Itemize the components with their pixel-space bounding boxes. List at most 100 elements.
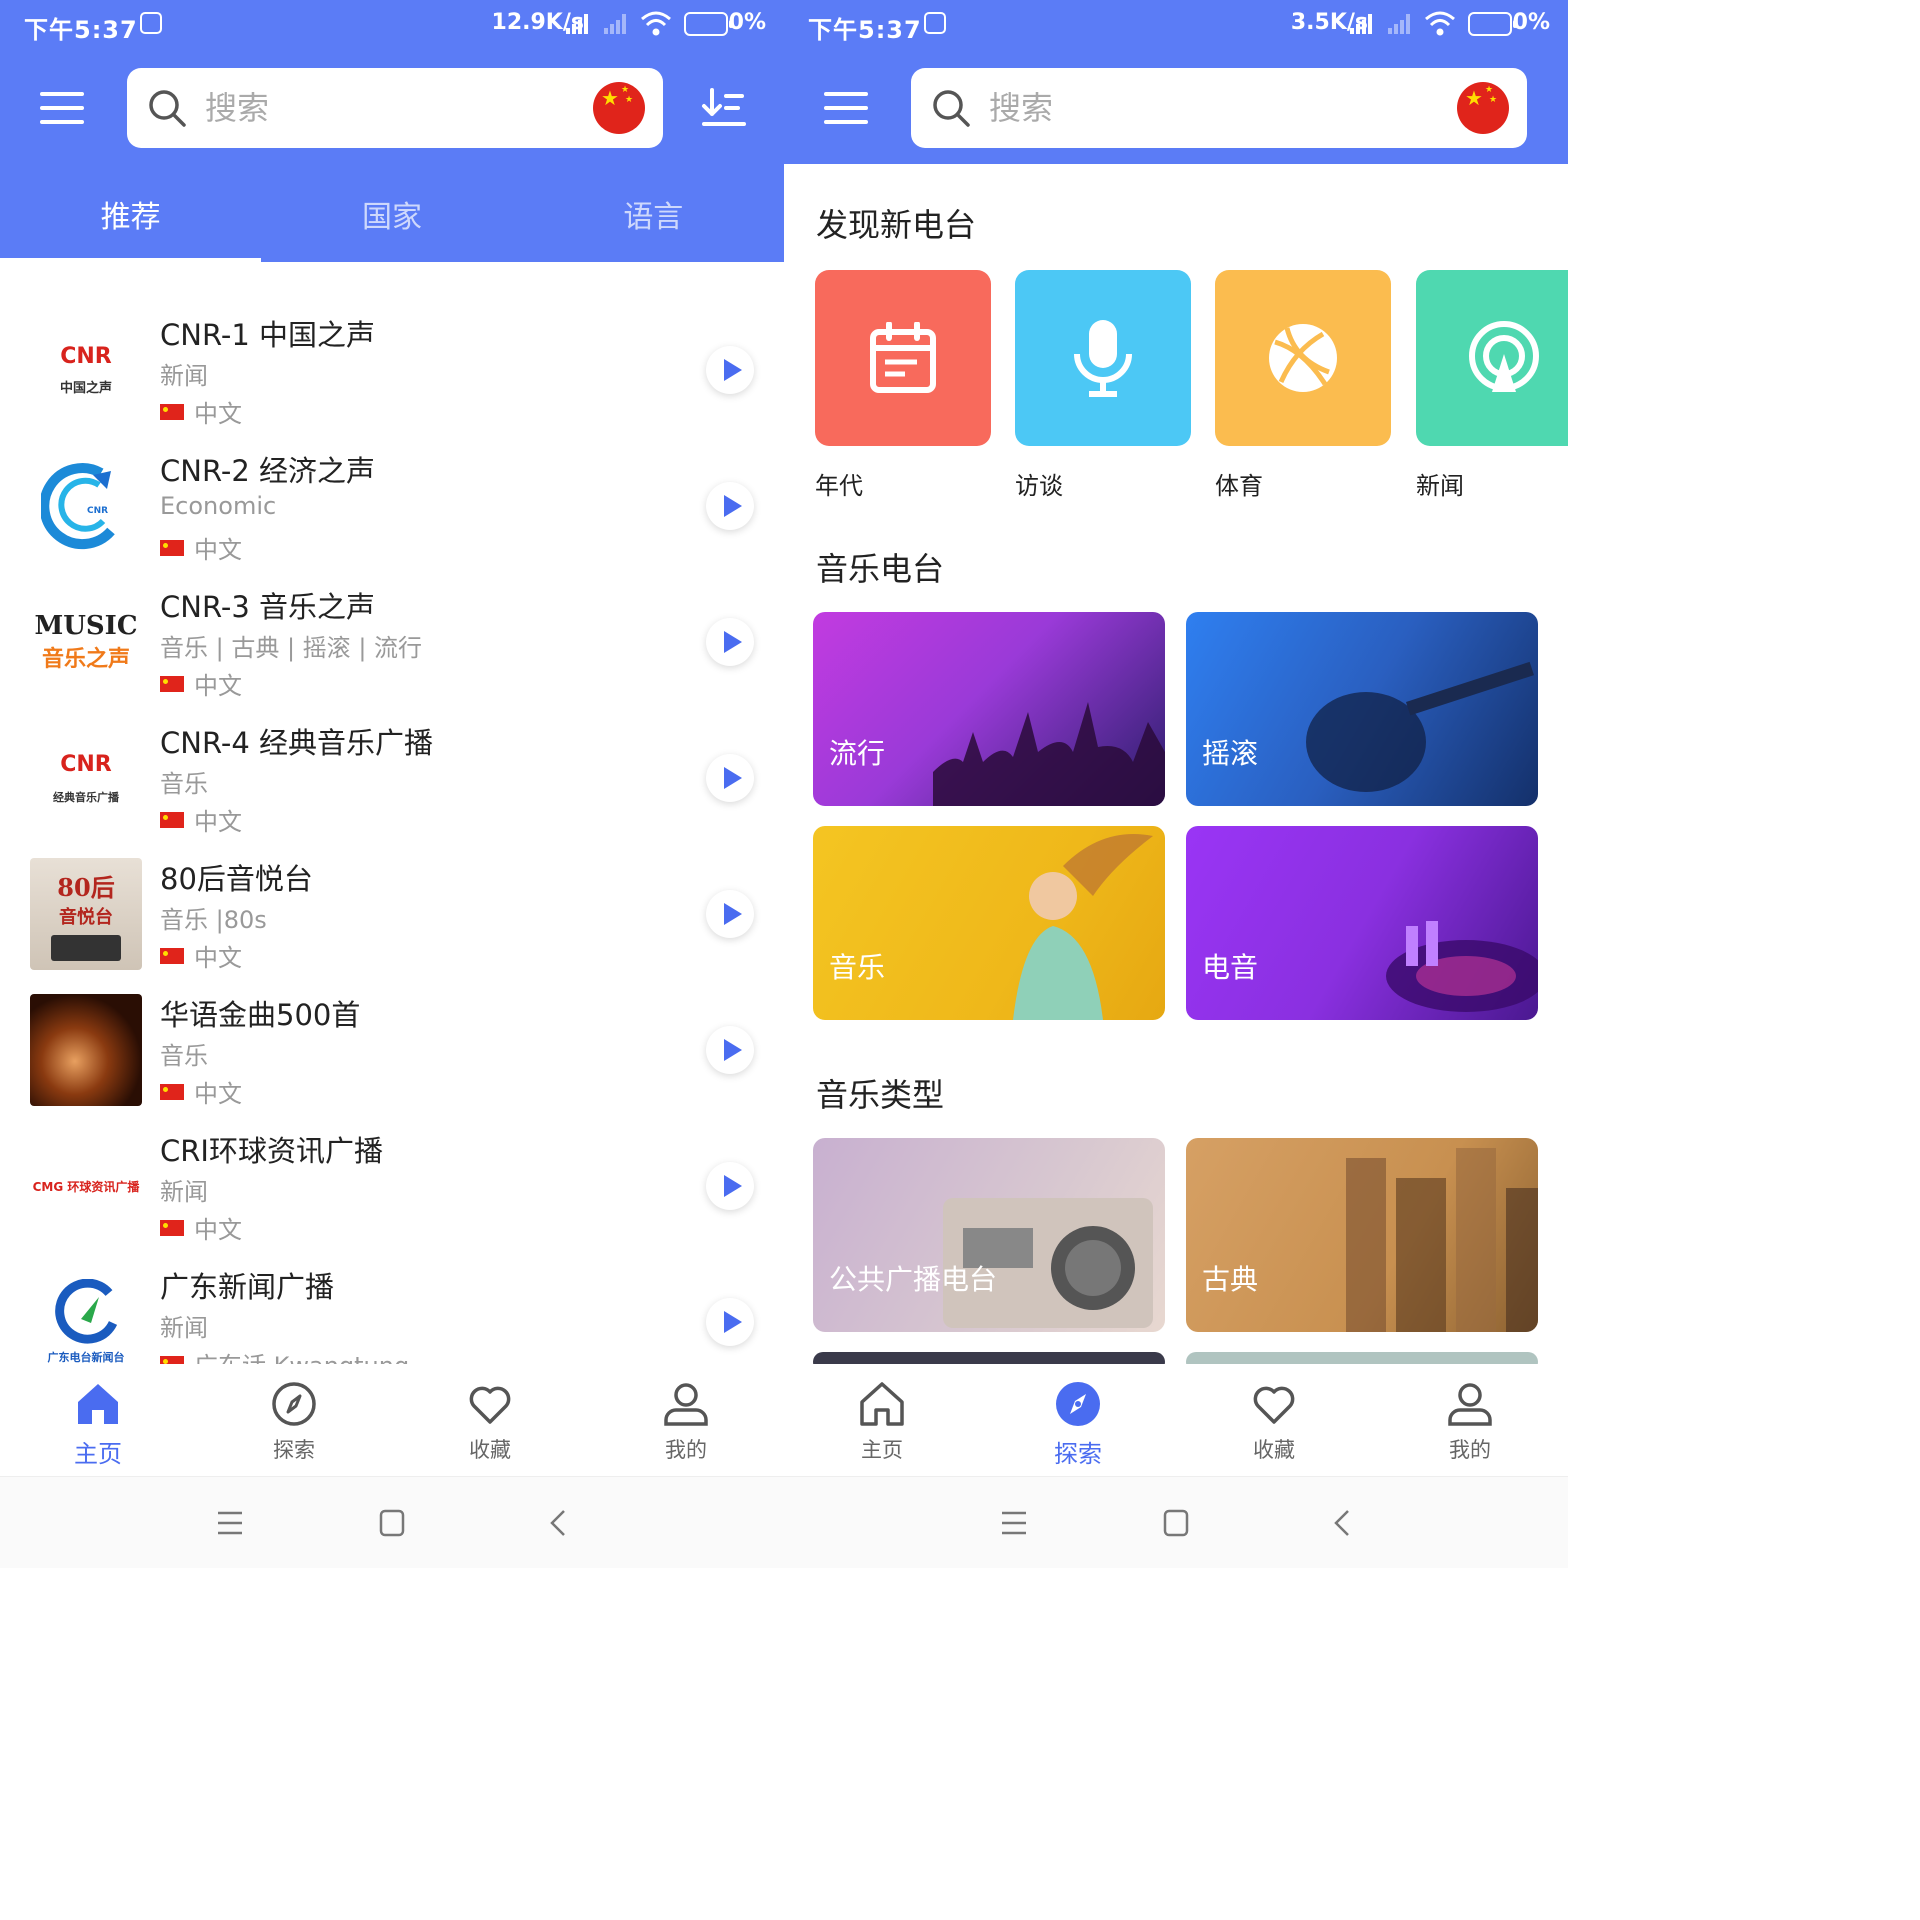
play-button[interactable] — [706, 1298, 754, 1346]
play-button[interactable] — [706, 754, 754, 802]
sim-icon — [924, 12, 946, 34]
station-tags: 音乐 | 古典 | 摇滚 | 流行 — [160, 634, 423, 662]
nav-home[interactable]: 主页 — [784, 1364, 980, 1474]
signal-icon — [566, 14, 588, 34]
country-flag-button[interactable]: ★ ★ ★ — [1457, 82, 1509, 134]
category-talk[interactable] — [1015, 270, 1191, 446]
music-radio-title: 音乐电台 — [816, 550, 945, 588]
station-logo: CNR 中国之声 — [30, 314, 142, 426]
station-language: 中文 — [194, 536, 242, 564]
nav-label: 探索 — [273, 1438, 315, 1462]
home-system-icon[interactable] — [1162, 1503, 1190, 1543]
sort-icon[interactable] — [700, 88, 748, 128]
play-button[interactable] — [706, 890, 754, 938]
china-flag-icon — [160, 811, 184, 828]
nav-profile[interactable]: 我的 — [1372, 1364, 1568, 1474]
station-item[interactable]: CNR 经典音乐广播 CNR-4 经典音乐广播 音乐 中文 — [0, 708, 784, 844]
station-item[interactable]: 广东电台新闻台 广东新闻广播 新闻 广东话 Kwangtung — [0, 1252, 784, 1364]
search-input[interactable] — [205, 86, 505, 130]
back-icon[interactable] — [544, 1503, 572, 1543]
card-label: 摇滚 — [1202, 737, 1259, 770]
card-electronic[interactable]: 电音 — [1186, 826, 1538, 1020]
station-item[interactable]: CNR CNR-2 经济之声 Economic 中文 — [0, 436, 784, 572]
nav-label: 收藏 — [469, 1438, 511, 1462]
search-bar[interactable]: ★★★ — [911, 68, 1527, 148]
radio-image — [943, 1198, 1153, 1328]
station-tags: 音乐 |80s — [160, 906, 267, 934]
station-item[interactable]: CMG 环球资讯广播 CRI环球资讯广播 新闻 中文 — [0, 1116, 784, 1252]
station-item[interactable]: 80后 音悦台 80后音悦台 音乐 |80s 中文 — [0, 844, 784, 980]
play-button[interactable] — [706, 1026, 754, 1074]
play-button[interactable] — [706, 346, 754, 394]
nav-label: 主页 — [861, 1438, 903, 1462]
category-label: 年代 — [815, 472, 863, 500]
category-decades[interactable] — [815, 270, 991, 446]
dj-deck-image — [1386, 921, 1538, 1012]
compass-icon — [1056, 1382, 1100, 1426]
battery-percent: 0% — [1512, 10, 1550, 35]
nav-explore[interactable]: 探索 — [980, 1364, 1176, 1474]
station-name: 80后音悦台 — [160, 862, 313, 896]
nav-label: 我的 — [1449, 1438, 1491, 1462]
station-item[interactable]: CNR 中国之声 CNR-1 中国之声 新闻 中文 — [0, 300, 784, 436]
china-flag-icon — [160, 947, 184, 964]
station-language: 中文 — [194, 808, 242, 836]
logo-text: CNR — [60, 344, 112, 369]
card-pop[interactable]: 流行 — [813, 612, 1165, 806]
play-button[interactable] — [706, 618, 754, 666]
station-tags: Economic — [160, 492, 277, 520]
station-language: 中文 — [194, 1216, 242, 1244]
user-icon — [664, 1383, 708, 1426]
station-item[interactable]: MUSIC 音乐之声 CNR-3 音乐之声 音乐 | 古典 | 摇滚 | 流行 中… — [0, 572, 784, 708]
signal-2-icon — [604, 14, 626, 34]
search-icon — [149, 90, 186, 127]
search-input[interactable] — [989, 86, 1289, 130]
station-name: CNR-3 音乐之声 — [160, 590, 376, 624]
station-list: CNR 中国之声 CNR-1 中国之声 新闻 中文 CNR CNR-2 经济之声 … — [0, 300, 784, 1364]
nav-label: 主页 — [74, 1440, 122, 1468]
category-label: 访谈 — [1015, 472, 1063, 500]
records-image — [1346, 1148, 1538, 1332]
menu-icon[interactable] — [40, 92, 84, 124]
wifi-icon — [641, 11, 671, 36]
station-name: CNR-2 经济之声 — [160, 454, 376, 488]
search-bar[interactable]: ★★★ — [127, 68, 663, 148]
nav-explore[interactable]: 探索 — [196, 1364, 392, 1474]
tab-language[interactable]: 语言 — [523, 170, 784, 262]
card-music[interactable]: 音乐 — [813, 826, 1165, 1020]
play-button[interactable] — [706, 482, 754, 530]
play-button[interactable] — [706, 1162, 754, 1210]
card-rock[interactable]: 摇滚 — [1186, 612, 1538, 806]
station-item[interactable]: 华语金曲500首 音乐 中文 — [0, 980, 784, 1116]
back-icon[interactable] — [1328, 1503, 1356, 1543]
nav-favorites[interactable]: 收藏 — [392, 1364, 588, 1474]
tab-country[interactable]: 国家 — [261, 170, 522, 262]
station-logo: 80后 音悦台 — [30, 858, 142, 970]
station-name: CNR-4 经典音乐广播 — [160, 726, 434, 760]
compass-icon — [272, 1382, 316, 1426]
nav-home[interactable]: 主页 — [0, 1364, 196, 1474]
dancing-woman-image — [1013, 834, 1153, 1020]
wifi-icon — [1425, 11, 1455, 36]
sim-icon — [140, 12, 162, 34]
nav-favorites[interactable]: 收藏 — [1176, 1364, 1372, 1474]
system-nav-bar — [0, 1476, 784, 1568]
station-tags: 新闻 — [160, 1178, 208, 1206]
china-flag-icon — [160, 1355, 184, 1364]
explore-screen: 下午5:37 3.5K/s 0% ★★★ 发现新电台 年代 访谈 体育 新闻 音… — [784, 0, 1568, 1568]
menu-icon[interactable] — [824, 92, 868, 124]
card-classical[interactable]: 古典 — [1186, 1138, 1538, 1332]
card-public-radio[interactable]: 公共广播电台 — [813, 1138, 1165, 1332]
country-flag-button[interactable]: ★ ★ ★ — [593, 82, 645, 134]
nav-profile[interactable]: 我的 — [588, 1364, 784, 1474]
station-name: CNR-1 中国之声 — [160, 318, 376, 352]
calendar-icon — [870, 322, 936, 393]
category-sports[interactable] — [1215, 270, 1391, 446]
category-news[interactable] — [1416, 270, 1568, 446]
category-label: 体育 — [1215, 472, 1263, 500]
home-system-icon[interactable] — [378, 1503, 406, 1543]
tab-recommended[interactable]: 推荐 — [0, 170, 262, 262]
recents-icon[interactable] — [1000, 1503, 1028, 1543]
bottom-nav: 主页 探索 收藏 我的 — [784, 1364, 1568, 1474]
recents-icon[interactable] — [216, 1503, 244, 1543]
